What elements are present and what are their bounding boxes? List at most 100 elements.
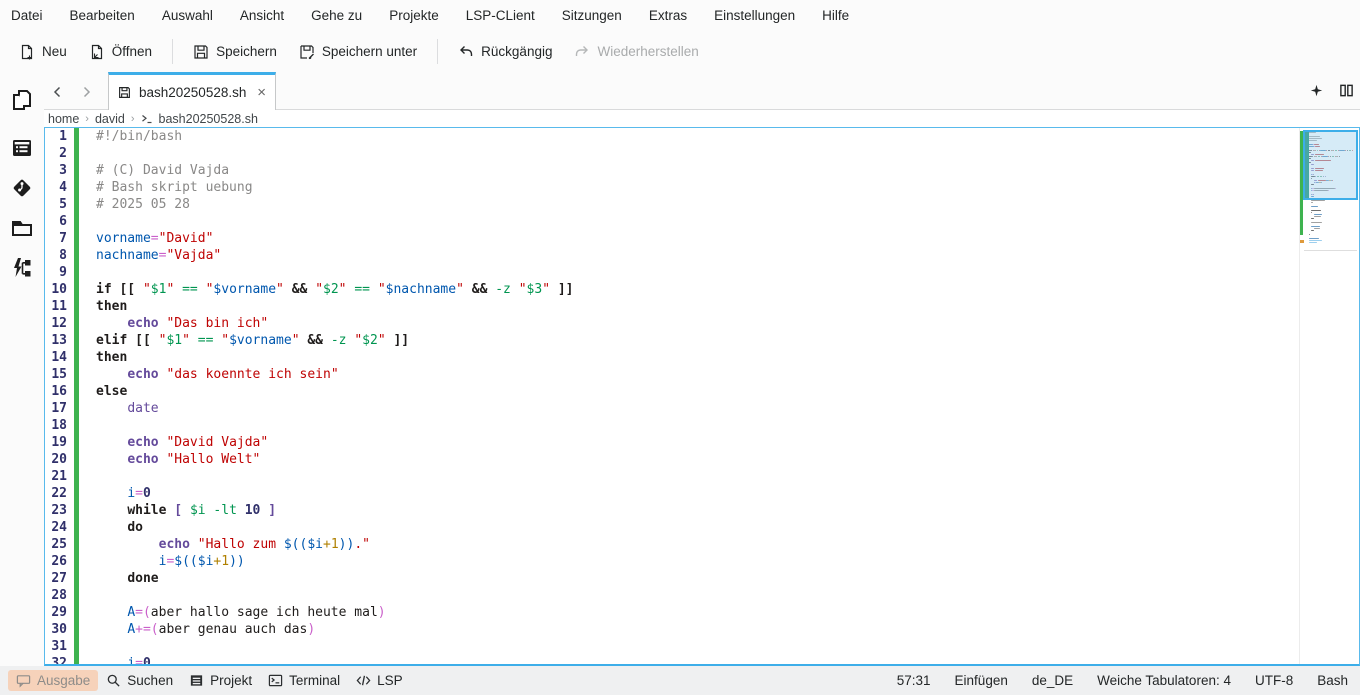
code-line-8[interactable]: nachname="Vajda": [96, 247, 1299, 264]
code-line-27[interactable]: done: [96, 570, 1299, 587]
line-number: 12: [45, 315, 67, 332]
undo-icon: [458, 44, 474, 60]
code-line-14[interactable]: then: [96, 349, 1299, 366]
minimap-line-mark: [1309, 234, 1310, 235]
breadcrumb-home[interactable]: home: [48, 112, 79, 126]
dictionary[interactable]: de_DE: [1032, 673, 1073, 688]
code-area[interactable]: #!/bin/bash # (C) David Vajda# Bash skrip…: [96, 128, 1299, 664]
project-toolview-button[interactable]: Projekt: [181, 670, 260, 691]
encoding[interactable]: UTF-8: [1255, 673, 1293, 688]
open-button[interactable]: Öffnen: [78, 38, 163, 66]
panel-list-icon[interactable]: [10, 136, 34, 160]
syntax-mode[interactable]: Bash: [1317, 673, 1348, 688]
code-line-20[interactable]: echo "Hallo Welt": [96, 451, 1299, 468]
line-number: 20: [45, 451, 67, 468]
save-icon: [193, 44, 209, 60]
documents-icon[interactable]: [10, 88, 34, 112]
code-line-15[interactable]: echo "das koennte ich sein": [96, 366, 1299, 383]
code-line-21[interactable]: [96, 468, 1299, 485]
code-line-31[interactable]: [96, 638, 1299, 655]
code-line-6[interactable]: [96, 213, 1299, 230]
input-mode[interactable]: Einfügen: [955, 673, 1008, 688]
code-line-11[interactable]: then: [96, 298, 1299, 315]
tab-bash20250528[interactable]: bash20250528.sh ×: [108, 72, 276, 110]
folder-icon[interactable]: [10, 216, 34, 240]
new-button-label: Neu: [42, 44, 67, 59]
save-button[interactable]: Speichern: [182, 38, 288, 66]
menu-item-einstellungen[interactable]: Einstellungen: [714, 8, 795, 23]
code-line-7[interactable]: vorname="David": [96, 230, 1299, 247]
split-view-icon[interactable]: [1339, 83, 1354, 98]
lsp-symbols-icon[interactable]: [10, 256, 34, 280]
lsp-toolview-button[interactable]: LSP: [348, 670, 411, 691]
menu-item-gehe-zu[interactable]: Gehe zu: [311, 8, 362, 23]
line-number: 9: [45, 264, 67, 281]
menu-item-ansicht[interactable]: Ansicht: [240, 8, 284, 23]
minimap[interactable]: [1299, 128, 1359, 664]
code-line-4[interactable]: # Bash skript uebung: [96, 179, 1299, 196]
code-line-12[interactable]: echo "Das bin ich": [96, 315, 1299, 332]
code-line-29[interactable]: A=(aber hallo sage ich heute mal): [96, 604, 1299, 621]
menu-item-bearbeiten[interactable]: Bearbeiten: [70, 8, 135, 23]
search-toolview-button[interactable]: Suchen: [98, 670, 181, 691]
breadcrumb-david[interactable]: david: [95, 112, 125, 126]
open-button-label: Öffnen: [112, 44, 152, 59]
undo-button[interactable]: Rückgängig: [447, 38, 563, 66]
code-line-23[interactable]: while [ $i -lt 10 ]: [96, 502, 1299, 519]
quick-actions-icon[interactable]: [1310, 84, 1323, 97]
code-line-19[interactable]: echo "David Vajda": [96, 434, 1299, 451]
menu-item-extras[interactable]: Extras: [649, 8, 687, 23]
output-toolview-button[interactable]: Ausgabe: [8, 670, 98, 691]
code-line-18[interactable]: [96, 417, 1299, 434]
cursor-position[interactable]: 57:31: [897, 673, 931, 688]
code-line-24[interactable]: do: [96, 519, 1299, 536]
code-line-16[interactable]: else: [96, 383, 1299, 400]
code-line-30[interactable]: A+=(aber genau auch das): [96, 621, 1299, 638]
new-button[interactable]: Neu: [8, 38, 78, 66]
tab-close-icon[interactable]: ×: [257, 85, 266, 100]
save-as-button[interactable]: Speichern unter: [288, 38, 428, 66]
breadcrumb-file[interactable]: bash20250528.sh: [159, 112, 258, 126]
menu-item-projekte[interactable]: Projekte: [389, 8, 439, 23]
code-line-9[interactable]: [96, 264, 1299, 281]
tab-mode[interactable]: Weiche Tabulatoren: 4: [1097, 673, 1231, 688]
editor-view: 1234567891011121314151617181920212223242…: [44, 127, 1360, 666]
menu-item-datei[interactable]: Datei: [11, 8, 43, 23]
code-line-1[interactable]: #!/bin/bash: [96, 128, 1299, 145]
toolbar-separator: [172, 39, 173, 64]
code-line-32[interactable]: i=0: [96, 655, 1299, 666]
line-number: 13: [45, 332, 67, 349]
menu-item-sitzungen[interactable]: Sitzungen: [562, 8, 622, 23]
code-line-5[interactable]: # 2025 05 28: [96, 196, 1299, 213]
code-line-26[interactable]: i=$(($i+1)): [96, 553, 1299, 570]
code-line-25[interactable]: echo "Hallo zum $(($i+1)).": [96, 536, 1299, 553]
output-icon: [16, 673, 31, 688]
main-area: bash20250528.sh × home › david ›: [0, 72, 1360, 666]
history-forward-button[interactable]: [72, 74, 100, 109]
code-line-22[interactable]: i=0: [96, 485, 1299, 502]
code-line-13[interactable]: elif [[ "$1" == "$vorname" && -z "$2" ]]: [96, 332, 1299, 349]
line-number: 8: [45, 247, 67, 264]
line-numbers: 1234567891011121314151617181920212223242…: [45, 128, 96, 666]
tab-bar: bash20250528.sh ×: [44, 72, 1360, 110]
code-line-3[interactable]: # (C) David Vajda: [96, 162, 1299, 179]
minimap-line-mark: [1311, 218, 1314, 219]
menu-item-lsp-client[interactable]: LSP-CLient: [466, 8, 535, 23]
terminal-toolview-button[interactable]: Terminal: [260, 670, 348, 691]
code-line-10[interactable]: if [[ "$1" == "$vorname" && "$2" == "$na…: [96, 281, 1299, 298]
code-line-17[interactable]: date: [96, 400, 1299, 417]
minimap-line-mark: [1311, 200, 1325, 201]
history-back-button[interactable]: [44, 74, 72, 109]
line-number: 28: [45, 587, 67, 604]
code-line-2[interactable]: [96, 145, 1299, 162]
project-label: Projekt: [210, 673, 252, 688]
left-sidebar: [0, 72, 44, 666]
minimap-viewport[interactable]: [1303, 130, 1358, 200]
search-icon: [106, 673, 121, 688]
git-icon[interactable]: [10, 176, 34, 200]
line-number: 15: [45, 366, 67, 383]
menu-item-hilfe[interactable]: Hilfe: [822, 8, 849, 23]
menu-item-auswahl[interactable]: Auswahl: [162, 8, 213, 23]
code-line-28[interactable]: [96, 587, 1299, 604]
minimap-line-mark: [1311, 222, 1323, 223]
